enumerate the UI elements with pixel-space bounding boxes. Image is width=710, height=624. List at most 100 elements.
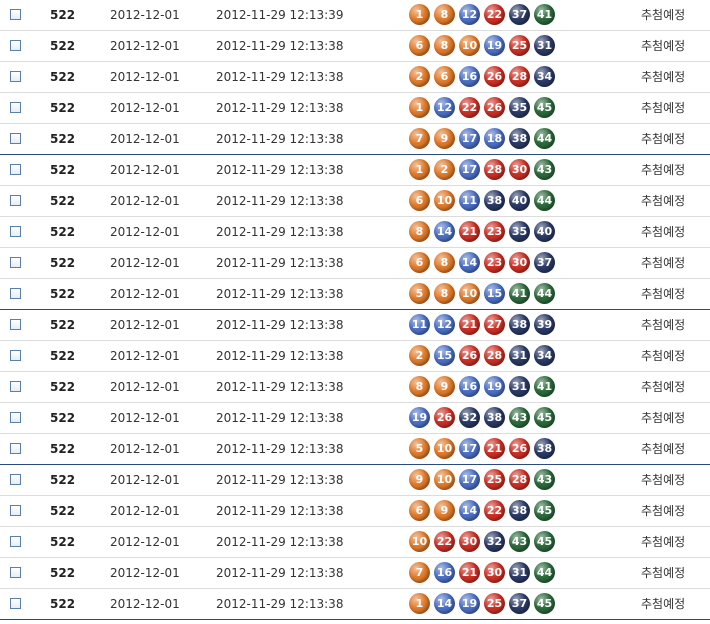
lotto-ball: 31 — [509, 376, 530, 397]
lotto-ball: 28 — [484, 159, 505, 180]
row-checkbox[interactable] — [10, 62, 24, 93]
row-checkbox[interactable] — [10, 93, 24, 124]
draw-date: 2012-12-01 — [110, 70, 180, 84]
row-checkbox[interactable] — [10, 527, 24, 558]
purchase-time: 2012-11-29 12:13:38 — [216, 163, 344, 177]
checkbox-icon[interactable] — [10, 474, 21, 485]
checkbox-icon[interactable] — [10, 9, 21, 20]
checkbox-icon[interactable] — [10, 412, 21, 423]
checkbox-icon[interactable] — [10, 381, 21, 392]
lotto-ball: 31 — [534, 35, 555, 56]
lotto-ball: 30 — [459, 531, 480, 552]
draw-status: 추첨예정 — [641, 318, 686, 332]
checkbox-icon[interactable] — [10, 505, 21, 516]
lotto-ball: 37 — [534, 252, 555, 273]
row-checkbox[interactable] — [10, 434, 24, 465]
lotto-ball: 34 — [534, 66, 555, 87]
lotto-ball: 2 — [409, 66, 430, 87]
checkbox-icon[interactable] — [10, 288, 21, 299]
checkbox-icon[interactable] — [10, 443, 21, 454]
draw-status: 추첨예정 — [641, 411, 686, 425]
row-checkbox[interactable] — [10, 310, 24, 341]
round-number: 522 — [50, 380, 76, 394]
lotto-ball: 25 — [484, 469, 505, 490]
row-checkbox[interactable] — [10, 372, 24, 403]
lotto-ball: 6 — [434, 66, 455, 87]
row-checkbox[interactable] — [10, 248, 24, 279]
row-checkbox[interactable] — [10, 465, 24, 496]
lotto-ball: 16 — [459, 376, 480, 397]
lotto-ball: 14 — [459, 252, 480, 273]
round-number: 522 — [50, 535, 76, 549]
lotto-ball: 19 — [484, 35, 505, 56]
checkbox-icon[interactable] — [10, 567, 21, 578]
checkbox-icon[interactable] — [10, 257, 21, 268]
round-number: 522 — [50, 132, 76, 146]
checkbox-icon[interactable] — [10, 350, 21, 361]
draw-date: 2012-12-01 — [110, 349, 180, 363]
draw-date: 2012-12-01 — [110, 287, 180, 301]
lotto-ball: 19 — [459, 593, 480, 614]
row-checkbox[interactable] — [10, 31, 24, 62]
purchase-time: 2012-11-29 12:13:38 — [216, 442, 344, 456]
draw-status: 추첨예정 — [641, 349, 686, 363]
row-checkbox[interactable] — [10, 217, 24, 248]
lotto-ball: 23 — [484, 252, 505, 273]
lotto-ball: 11 — [459, 190, 480, 211]
table-row: 522 2012-12-01 2012-11-29 12:13:38 6 8 10 19 25… — [0, 31, 710, 62]
table-row: 522 2012-12-01 2012-11-29 12:13:38 1 12 22 26 3… — [0, 93, 710, 124]
table-row: 522 2012-12-01 2012-11-29 12:13:38 8 14 21 23 3… — [0, 217, 710, 248]
checkbox-icon[interactable] — [10, 71, 21, 82]
purchase-time: 2012-11-29 12:13:38 — [216, 194, 344, 208]
row-checkbox[interactable] — [10, 124, 24, 155]
draw-date: 2012-12-01 — [110, 380, 180, 394]
lotto-ball: 21 — [459, 562, 480, 583]
purchase-time: 2012-11-29 12:13:38 — [216, 535, 344, 549]
row-checkbox[interactable] — [10, 403, 24, 434]
checkbox-icon[interactable] — [10, 102, 21, 113]
row-checkbox[interactable] — [10, 279, 24, 310]
draw-date: 2012-12-01 — [110, 504, 180, 518]
round-number: 522 — [50, 504, 76, 518]
table-row: 522 2012-12-01 2012-11-29 12:13:38 5 8 10 15 41… — [0, 279, 710, 310]
purchase-time: 2012-11-29 12:13:38 — [216, 39, 344, 53]
checkbox-icon[interactable] — [10, 40, 21, 51]
lotto-ball: 41 — [509, 283, 530, 304]
draw-date: 2012-12-01 — [110, 39, 180, 53]
checkbox-icon[interactable] — [10, 598, 21, 609]
lotto-ball: 34 — [534, 345, 555, 366]
row-checkbox[interactable] — [10, 341, 24, 372]
checkbox-icon[interactable] — [10, 133, 21, 144]
table-row: 522 2012-12-01 2012-11-29 12:13:38 9 10 17 25 2… — [0, 465, 710, 496]
lotto-ball: 26 — [434, 407, 455, 428]
lotto-ball: 15 — [484, 283, 505, 304]
row-checkbox[interactable] — [10, 186, 24, 217]
draw-date: 2012-12-01 — [110, 194, 180, 208]
lotto-ball: 10 — [409, 531, 430, 552]
lotto-ball: 28 — [484, 345, 505, 366]
lotto-ball: 12 — [434, 97, 455, 118]
lotto-ball: 38 — [484, 407, 505, 428]
lotto-ball: 10 — [459, 35, 480, 56]
purchase-time: 2012-11-29 12:13:39 — [216, 8, 344, 22]
checkbox-icon[interactable] — [10, 319, 21, 330]
round-number: 522 — [50, 163, 76, 177]
checkbox-icon[interactable] — [10, 195, 21, 206]
round-number: 522 — [50, 411, 76, 425]
round-number: 522 — [50, 101, 76, 115]
lotto-ball: 26 — [484, 66, 505, 87]
round-number: 522 — [50, 8, 76, 22]
row-checkbox[interactable] — [10, 155, 24, 186]
purchase-time: 2012-11-29 12:13:38 — [216, 318, 344, 332]
row-checkbox[interactable] — [10, 558, 24, 589]
checkbox-icon[interactable] — [10, 536, 21, 547]
checkbox-icon[interactable] — [10, 226, 21, 237]
lotto-ball: 26 — [459, 345, 480, 366]
row-checkbox[interactable] — [10, 496, 24, 527]
lotto-ball: 45 — [534, 407, 555, 428]
lotto-ball: 18 — [484, 128, 505, 149]
row-checkbox[interactable] — [10, 589, 24, 620]
purchase-time: 2012-11-29 12:13:38 — [216, 70, 344, 84]
row-checkbox[interactable] — [10, 0, 24, 31]
checkbox-icon[interactable] — [10, 164, 21, 175]
